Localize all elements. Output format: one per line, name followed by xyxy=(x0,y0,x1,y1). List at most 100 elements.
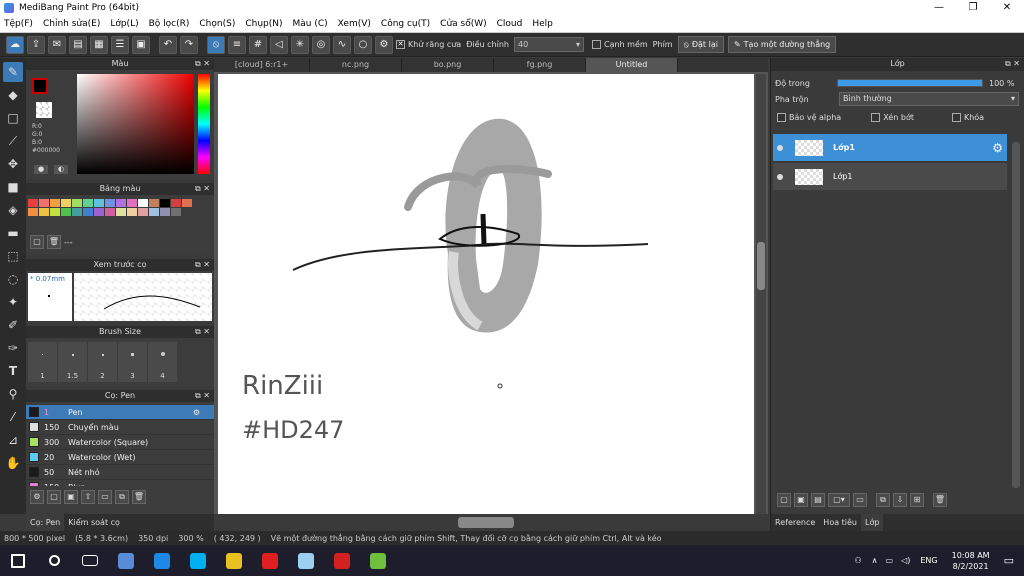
brush-up-icon[interactable]: ⇧ xyxy=(81,490,95,504)
paint-icon[interactable] xyxy=(288,545,324,576)
size-option-4[interactable]: 4 xyxy=(148,342,177,382)
tab-fg[interactable]: fg.png xyxy=(494,58,586,72)
soft-edge-checkbox[interactable] xyxy=(591,40,601,49)
menu-color[interactable]: Màu (C) xyxy=(293,19,328,29)
merge-layer-icon[interactable]: ⇩ xyxy=(893,493,907,507)
menu-snap[interactable]: Chụp(N) xyxy=(245,19,282,29)
dot-tool-icon[interactable]: □ xyxy=(3,108,23,128)
color-swatch[interactable] xyxy=(149,208,159,216)
color-swatch[interactable] xyxy=(72,199,82,207)
select-pen-icon[interactable]: ✐ xyxy=(3,315,23,335)
comment-icon[interactable]: ✉ xyxy=(48,35,66,54)
straight-line-button[interactable]: ✎ Tạo một đường thẳng xyxy=(727,36,837,53)
chrome-icon[interactable] xyxy=(216,545,252,576)
close-button[interactable]: ✕ xyxy=(990,0,1024,16)
color-swatch[interactable] xyxy=(160,208,170,216)
select-tool-icon[interactable]: ⬚ xyxy=(3,246,23,266)
tab-untitled[interactable]: Untitled xyxy=(586,58,678,72)
soft-edge-toggle[interactable]: Cạnh mềm xyxy=(591,40,648,49)
layer-property-icon[interactable]: ⊞ xyxy=(910,493,924,507)
horizontal-scrollbar[interactable] xyxy=(214,514,768,531)
palette-add-icon[interactable]: ◐ xyxy=(54,165,68,174)
brush-item[interactable]: 150 Chuyển màu xyxy=(26,420,214,435)
color-swatch[interactable] xyxy=(61,199,71,207)
eyedropper-icon[interactable]: ⁄ xyxy=(3,407,23,427)
skype-icon[interactable] xyxy=(180,545,216,576)
menu-select[interactable]: Chọn(S) xyxy=(199,19,235,29)
panel-close-icon[interactable]: ⧉ ✕ xyxy=(195,390,210,402)
layer-add-menu-icon[interactable]: ▢▾ xyxy=(828,493,850,507)
tab-brush[interactable]: Cọ: Pen xyxy=(26,514,65,531)
tab-nc[interactable]: nc.png xyxy=(310,58,402,72)
color-swatch[interactable] xyxy=(94,199,104,207)
color-swatch[interactable] xyxy=(127,199,137,207)
color-swatch[interactable] xyxy=(72,208,82,216)
horizontal-scroll-thumb[interactable] xyxy=(458,517,514,528)
panel-close-icon[interactable]: ⧉ ✕ xyxy=(195,259,210,271)
menu-view[interactable]: Xem(V) xyxy=(338,19,371,29)
snap-vanish-icon[interactable]: ◁ xyxy=(270,35,288,54)
network-icon[interactable]: ▭ xyxy=(886,556,894,565)
menu-layer[interactable]: Lớp(L) xyxy=(110,19,138,29)
minimize-button[interactable]: — xyxy=(922,0,956,16)
snap-cross-icon[interactable]: # xyxy=(249,35,267,54)
task-view-icon[interactable] xyxy=(72,545,108,576)
divide-tool-icon[interactable]: ⚲ xyxy=(3,384,23,404)
hand-tool-icon[interactable]: ✋ xyxy=(3,453,23,473)
tab-navigator[interactable]: Hoa tiêu xyxy=(819,514,861,531)
hue-slider[interactable] xyxy=(198,74,210,174)
layer-visibility-icon[interactable] xyxy=(777,173,783,180)
delete-palette-icon[interactable]: 🗑 xyxy=(47,235,61,249)
snap-off-icon[interactable]: ⦸ xyxy=(207,35,225,54)
brush-item[interactable]: 1 Pen ⚙ xyxy=(26,405,214,420)
brush-tool-icon[interactable]: ✎ xyxy=(3,62,23,82)
bucket-tool-icon[interactable]: ◈ xyxy=(3,200,23,220)
color-swatch[interactable] xyxy=(116,199,126,207)
language-indicator[interactable]: ENG xyxy=(920,556,937,565)
layer-scrollbar[interactable] xyxy=(1012,142,1020,488)
snap-circle-icon[interactable]: ◎ xyxy=(312,35,330,54)
volume-icon[interactable]: ◁) xyxy=(901,556,910,565)
record-icon[interactable] xyxy=(324,545,360,576)
tab-bo[interactable]: bo.png xyxy=(402,58,494,72)
snap-ellipse-icon[interactable]: ○ xyxy=(354,35,372,54)
color-swatch[interactable] xyxy=(105,208,115,216)
color-swatch[interactable] xyxy=(149,199,159,207)
magic-wand-icon[interactable]: ✦ xyxy=(3,292,23,312)
color-swatch[interactable] xyxy=(94,208,104,216)
color-swatch[interactable] xyxy=(138,199,148,207)
color-swatch[interactable] xyxy=(171,199,181,207)
color-swatch[interactable] xyxy=(39,199,49,207)
size-option-3[interactable]: 3 xyxy=(118,342,147,382)
color-swatch[interactable] xyxy=(39,208,49,216)
brush-delete-icon[interactable]: 🗑 xyxy=(132,490,146,504)
cloud-icon[interactable]: ☁ xyxy=(6,35,24,54)
size-option-2[interactable]: 2 xyxy=(88,342,117,382)
redo-icon[interactable]: ↷ xyxy=(180,35,198,54)
zalo-icon[interactable] xyxy=(144,545,180,576)
fill-rect-tool-icon[interactable]: ■ xyxy=(3,177,23,197)
color-swatch[interactable] xyxy=(28,208,38,216)
antialias-checkbox[interactable]: ✕ xyxy=(396,40,405,49)
pipette-icon[interactable]: ⊿ xyxy=(3,430,23,450)
color-swatch[interactable] xyxy=(61,208,71,216)
select-eraser-icon[interactable]: ✑ xyxy=(3,338,23,358)
maximize-button[interactable]: ❐ xyxy=(956,0,990,16)
menu-file[interactable]: Tệp(F) xyxy=(4,19,33,29)
size-option-1[interactable]: 1 xyxy=(28,342,57,382)
brush-folder-icon[interactable]: ▭ xyxy=(98,490,112,504)
color-swatch[interactable] xyxy=(50,199,60,207)
brush-add-icon[interactable]: ▣ xyxy=(64,490,78,504)
grid-icon[interactable]: ▣ xyxy=(132,35,150,54)
new-palette-icon[interactable]: ▢ xyxy=(30,235,44,249)
adjust-select[interactable]: 40 xyxy=(513,37,584,52)
text-tool-icon[interactable]: T xyxy=(3,361,23,381)
color-swatch[interactable] xyxy=(182,199,192,207)
layer-visibility-icon[interactable] xyxy=(777,144,783,151)
maps-icon[interactable] xyxy=(360,545,396,576)
panel-close-icon[interactable]: ⧉ ✕ xyxy=(195,326,210,338)
save-cloud-icon[interactable]: ▤ xyxy=(69,35,87,54)
delete-layer-icon[interactable]: 🗑 xyxy=(933,493,947,507)
new-halftone-layer-icon[interactable]: ▣ xyxy=(794,493,808,507)
clock[interactable]: 10:08 AM 8/2/2021 xyxy=(952,550,990,572)
